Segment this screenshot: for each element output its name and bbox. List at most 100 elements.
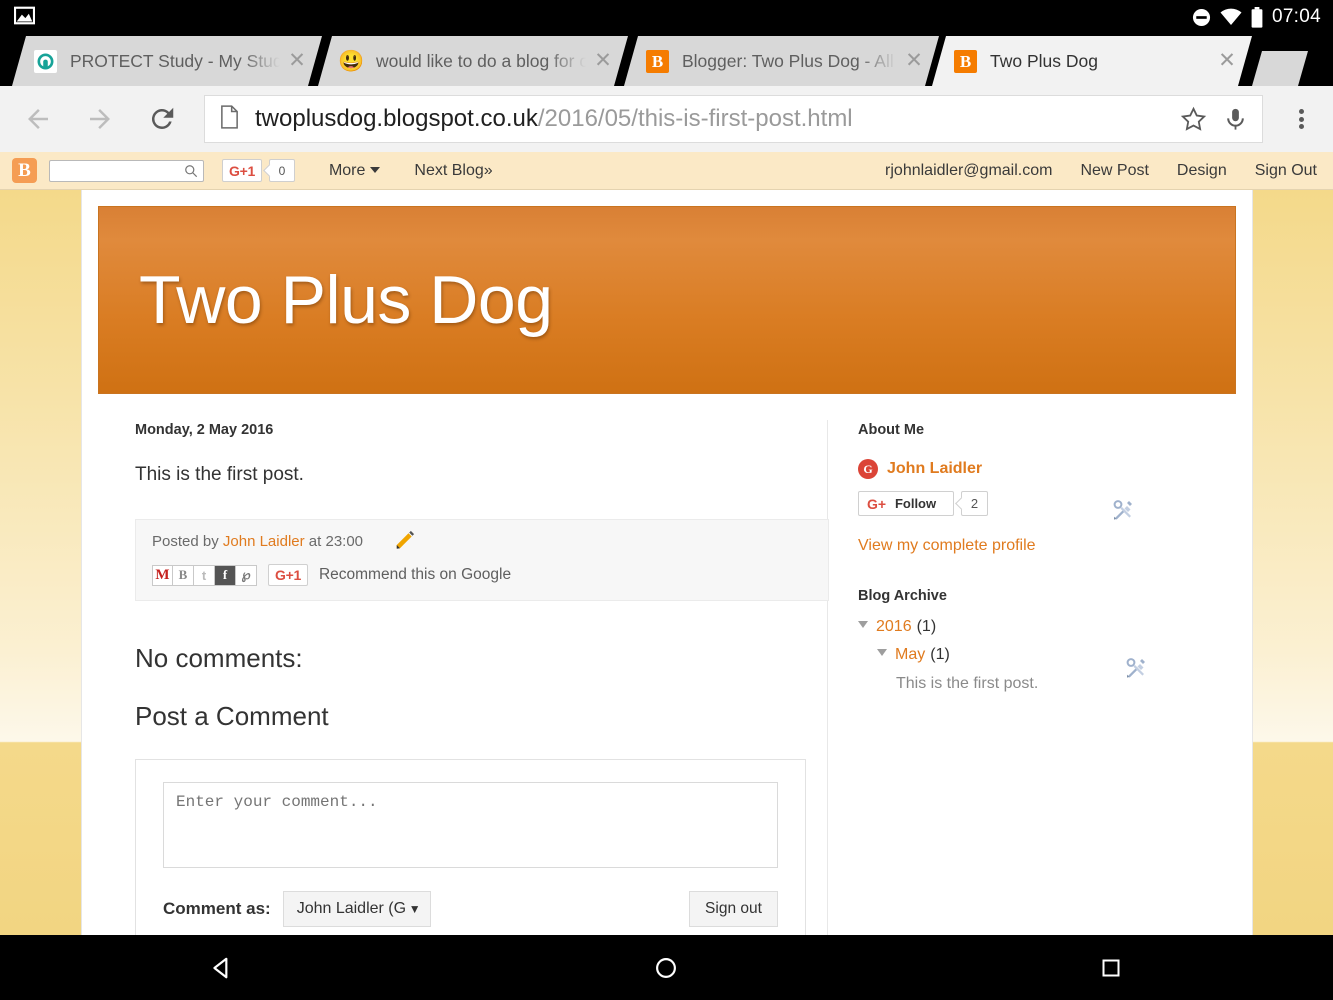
tab-close-icon[interactable]: ✕ bbox=[901, 48, 927, 74]
post-a-comment-heading: Post a Comment bbox=[135, 701, 329, 731]
tab-close-icon[interactable]: ✕ bbox=[1214, 48, 1240, 74]
tab-title: would like to do a blog for o bbox=[376, 50, 586, 71]
post-author-link[interactable]: John Laidler bbox=[223, 533, 305, 550]
next-blog-link[interactable]: Next Blog» bbox=[414, 162, 492, 180]
android-status-bar: 07:04 bbox=[0, 0, 1333, 34]
new-post-link[interactable]: New Post bbox=[1080, 162, 1148, 180]
gplus-circle-icon: G bbox=[858, 459, 878, 479]
twitter-share-icon[interactable]: t bbox=[194, 564, 215, 586]
blogger-icon: B bbox=[954, 49, 977, 73]
bookmark-star-icon[interactable] bbox=[1172, 106, 1214, 133]
forward-button[interactable] bbox=[76, 95, 124, 143]
url-host: twoplusdog.blogspot.co.uk bbox=[255, 105, 538, 132]
menu-dot bbox=[1298, 116, 1304, 122]
gmail-share-icon[interactable]: M bbox=[152, 564, 173, 586]
sign-out-link[interactable]: Sign Out bbox=[1255, 162, 1317, 180]
blogger-navbar-account: rjohnlaidler@gmail.com New Post Design S… bbox=[857, 152, 1333, 190]
blog-header-banner: Two Plus Dog bbox=[98, 206, 1236, 394]
url-text[interactable]: twoplusdog.blogspot.co.uk/2016/05/this-i… bbox=[255, 105, 1172, 133]
gplus-icon: G+ bbox=[867, 495, 887, 512]
android-recents-button[interactable] bbox=[1076, 935, 1146, 1000]
wrench-screwdriver-icon[interactable] bbox=[1111, 498, 1135, 528]
gplus-follow-button[interactable]: G+ Follow bbox=[858, 491, 954, 516]
chevron-down-icon: ▼ bbox=[408, 902, 421, 916]
browser-menu-button[interactable] bbox=[1275, 107, 1327, 132]
protect-icon bbox=[34, 49, 57, 73]
battery-icon bbox=[1251, 6, 1263, 28]
android-back-button[interactable] bbox=[187, 935, 257, 1000]
blogger-logo-icon[interactable]: B bbox=[12, 158, 37, 183]
blogger-share-icon[interactable]: B bbox=[173, 564, 194, 586]
archive-row-month[interactable]: May (1) bbox=[877, 646, 1234, 664]
tab-title: Two Plus Dog bbox=[990, 50, 1098, 71]
browser-tab-strip: PROTECT Study - My Study ✕ 😃 would like … bbox=[0, 34, 1333, 86]
page-info-icon[interactable] bbox=[219, 104, 243, 134]
account-email[interactable]: rjohnlaidler@gmail.com bbox=[885, 162, 1052, 180]
comment-as-row: Comment as: John Laidler (G ▼ Sign out bbox=[136, 873, 805, 927]
page-background: Two Plus Dog Monday, 2 May 2016 This is … bbox=[0, 190, 1333, 935]
comment-textarea[interactable] bbox=[163, 782, 778, 868]
about-me-heading: About Me bbox=[858, 422, 925, 438]
triangle-down-icon[interactable] bbox=[877, 649, 887, 656]
blogger-navbar: B G+1 0 More Next Blog» rjohnlaidler@gma… bbox=[0, 152, 1333, 190]
tab-close-icon[interactable]: ✕ bbox=[590, 48, 616, 74]
post-footer: Posted by John Laidler at 23:00 M B t f … bbox=[135, 519, 829, 601]
comment-form: Comment as: John Laidler (G ▼ Sign out P… bbox=[135, 759, 806, 935]
home-icon bbox=[656, 957, 677, 978]
main-column: Monday, 2 May 2016 This is the first pos… bbox=[100, 394, 829, 935]
android-home-button[interactable] bbox=[631, 935, 701, 1000]
recommend-label: Recommend this on Google bbox=[318, 566, 512, 583]
archive-month-link[interactable]: May bbox=[895, 646, 925, 664]
sidebar-author-name[interactable]: John Laidler bbox=[887, 460, 982, 478]
gplus-one-count[interactable]: 0 bbox=[268, 159, 295, 182]
post-time: 23:00 bbox=[325, 533, 364, 550]
wrench-screwdriver-icon[interactable] bbox=[1124, 656, 1148, 686]
archive-post-title[interactable]: This is the first post. bbox=[896, 675, 1038, 693]
browser-tab-two-plus-dog[interactable]: B Two Plus Dog ✕ bbox=[932, 36, 1252, 86]
reload-button[interactable] bbox=[138, 95, 186, 143]
do-not-disturb-icon bbox=[1192, 8, 1211, 26]
more-menu[interactable]: More bbox=[329, 162, 381, 180]
address-bar[interactable]: twoplusdog.blogspot.co.uk/2016/05/this-i… bbox=[204, 95, 1263, 143]
status-bar-clock: 07:04 bbox=[1271, 6, 1321, 27]
blog-title: Two Plus Dog bbox=[139, 262, 553, 338]
new-tab-button[interactable] bbox=[1252, 51, 1308, 86]
search-icon bbox=[185, 164, 198, 177]
comment-as-value: John Laidler (G bbox=[296, 900, 407, 917]
pencil-icon[interactable] bbox=[394, 529, 416, 557]
browser-tab-blogger-dashboard[interactable]: B Blogger: Two Plus Dog - All ✕ bbox=[624, 36, 939, 86]
microphone-icon[interactable] bbox=[1214, 106, 1256, 133]
blog-search-input[interactable] bbox=[49, 159, 204, 182]
screen: 07:04 PROTECT Study - My Study ✕ 😃 would… bbox=[0, 0, 1333, 1000]
menu-dot bbox=[1298, 109, 1304, 114]
post-gplus-one-button[interactable]: G+1 bbox=[268, 564, 308, 586]
archive-row-post[interactable]: This is the first post. bbox=[896, 675, 1234, 693]
browser-tab-blog-request[interactable]: 😃 would like to do a blog for o ✕ bbox=[318, 36, 628, 86]
pinterest-share-icon[interactable]: ℘ bbox=[236, 564, 257, 586]
tab-close-icon[interactable]: ✕ bbox=[284, 48, 310, 74]
sidebar-author[interactable]: G John Laidler bbox=[858, 459, 1234, 479]
tab-title: Blogger: Two Plus Dog - All bbox=[682, 50, 894, 71]
browser-toolbar: twoplusdog.blogspot.co.uk/2016/05/this-i… bbox=[0, 86, 1333, 152]
comment-as-label: Comment as: bbox=[163, 899, 271, 918]
archive-year-count: (1) bbox=[916, 618, 937, 635]
follow-count[interactable]: 2 bbox=[961, 491, 988, 516]
chevron-down-icon bbox=[370, 166, 381, 173]
archive-row-year[interactable]: 2016 (1) bbox=[858, 618, 1234, 636]
url-path: /2016/05/this-is-first-post.html bbox=[537, 105, 853, 132]
view-profile-link[interactable]: View my complete profile bbox=[858, 537, 1234, 555]
gplus-one-button[interactable]: G+1 0 bbox=[222, 159, 295, 182]
comment-as-select[interactable]: John Laidler (G ▼ bbox=[282, 891, 431, 927]
back-button[interactable] bbox=[14, 95, 62, 143]
comment-sign-out-button[interactable]: Sign out bbox=[689, 891, 778, 927]
triangle-down-icon[interactable] bbox=[858, 621, 868, 628]
blog-content: Monday, 2 May 2016 This is the first pos… bbox=[82, 394, 1252, 935]
post-body: This is the first post. bbox=[135, 464, 304, 485]
gplus-one-label: G+1 bbox=[222, 159, 262, 182]
facebook-share-icon[interactable]: f bbox=[215, 564, 236, 586]
browser-tab-protect-study[interactable]: PROTECT Study - My Study ✕ bbox=[12, 36, 322, 86]
design-link[interactable]: Design bbox=[1177, 162, 1227, 180]
back-icon bbox=[213, 957, 228, 978]
archive-year-link[interactable]: 2016 bbox=[876, 618, 912, 636]
menu-dot bbox=[1298, 124, 1304, 129]
